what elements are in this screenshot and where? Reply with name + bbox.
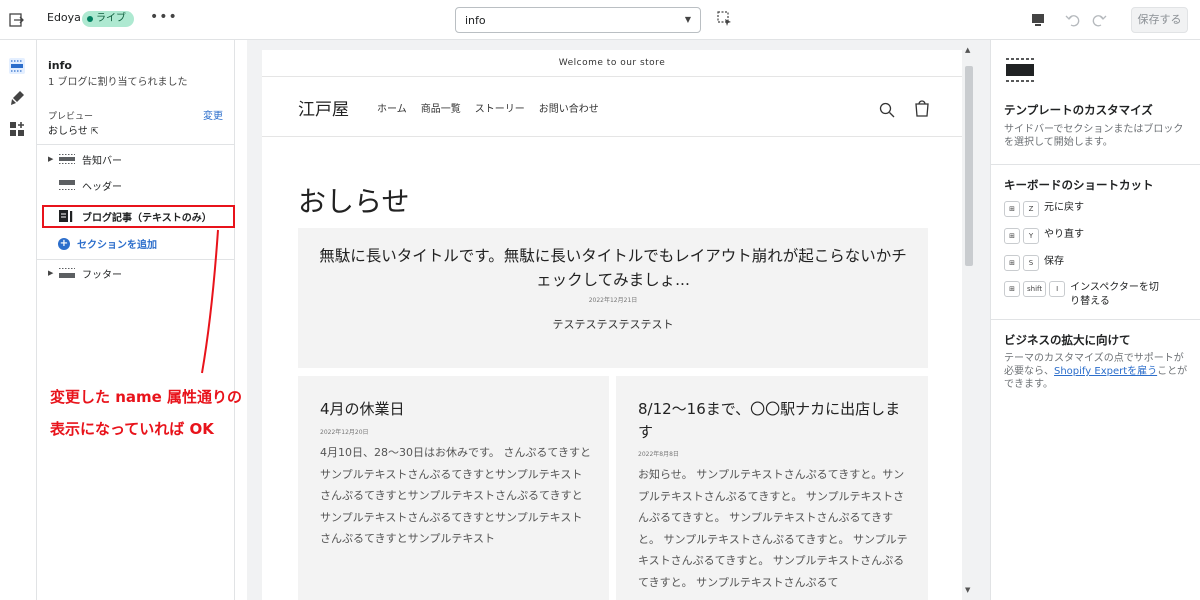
main-nav: ホーム 商品一覧 ストーリー お問い合わせ	[377, 100, 599, 115]
cart-icon[interactable]	[914, 99, 930, 117]
divider	[37, 144, 235, 145]
exit-icon[interactable]	[8, 11, 26, 29]
section-label: 告知バー	[82, 155, 122, 167]
windows-key-icon: ⊞	[1004, 201, 1020, 217]
store-name: Edoya	[47, 11, 81, 24]
shortcut-undo: ⊞ Z 元に戻す	[1004, 201, 1139, 217]
nav-contact[interactable]: お問い合わせ	[539, 100, 599, 115]
template-selector[interactable]: info ▼	[455, 7, 701, 33]
annotation-text-line1: 変更した name 属性通りの	[50, 388, 243, 406]
annotation-arrow	[201, 229, 219, 374]
grow-description: テーマのカスタマイズの点でサポートが必要なら、Shopify Expertを雇う…	[1004, 352, 1189, 391]
store-logo[interactable]: 江戸屋	[298, 95, 349, 120]
template-icon	[1006, 58, 1034, 82]
hire-expert-link[interactable]: Shopify Expertを雇う	[1054, 366, 1157, 377]
scroll-up-icon[interactable]: ▲	[965, 46, 970, 54]
help-panel: テンプレートのカスタマイズ サイドバーでセクションまたはブロックを選択して開始し…	[990, 40, 1200, 600]
shortcut-label: 元に戻す	[1044, 202, 1084, 213]
scroll-down-icon[interactable]: ▼	[965, 586, 970, 594]
section-footer[interactable]: ▶ フッター	[48, 264, 122, 282]
annotation-text-line2: 表示になっていれば OK	[50, 420, 214, 438]
desktop-view-icon[interactable]	[1030, 12, 1046, 28]
shortcut-inspector: ⊞ shift I インスペクターを切り替える	[1004, 281, 1165, 309]
key: Y	[1023, 228, 1039, 244]
article-card[interactable]: 4月の休業日 2022年12月20日 4月10日、28～30日はお休みです。 さ…	[298, 376, 609, 600]
top-bar: Edoya ライブ ••• info ▼ 保存する	[0, 0, 1200, 40]
footer-icon	[59, 268, 75, 278]
save-button[interactable]: 保存する	[1131, 7, 1188, 33]
storefront-preview: Welcome to our store 江戸屋 ホーム 商品一覧 ストーリー …	[262, 50, 962, 600]
section-header[interactable]: ヘッダー	[58, 176, 122, 194]
preview-value: おしらせ ⇱	[48, 122, 99, 137]
windows-key-icon: ⊞	[1004, 281, 1020, 297]
template-title: info	[48, 59, 72, 72]
expand-arrow-icon[interactable]: ▶	[48, 269, 58, 277]
theme-settings-brush-icon[interactable]	[8, 89, 26, 107]
article-excerpt: 4月10日、28～30日はお休みです。 さんぷるてきすとサンプルテキストさんぷる…	[320, 446, 592, 545]
store-header: 江戸屋 ホーム 商品一覧 ストーリー お問い合わせ	[262, 77, 962, 137]
undo-icon[interactable]	[1064, 11, 1082, 29]
customize-description: サイドバーでセクションまたはブロックを選択して開始します。	[1004, 124, 1184, 148]
section-label: フッター	[82, 269, 122, 281]
expand-arrow-icon[interactable]: ▶	[48, 155, 58, 163]
add-section-label: セクションを追加	[77, 240, 157, 251]
change-preview-link[interactable]: 変更	[203, 107, 223, 122]
shortcuts-title: キーボードのショートカット	[1004, 178, 1154, 192]
chevron-down-icon: ▼	[684, 15, 691, 24]
divider	[991, 164, 1200, 165]
left-rail	[0, 40, 37, 600]
article-excerpt: テステステステステスト	[552, 318, 674, 331]
announcement-bar: Welcome to our store	[262, 50, 962, 77]
article-title[interactable]: 8/12～16まで、〇〇駅ナカに出店します	[638, 398, 908, 444]
template-assignment: 1 ブログに割り当てられました	[48, 77, 188, 88]
preview-value-text: おしらせ	[48, 126, 88, 137]
plus-circle-icon: +	[58, 237, 70, 250]
nav-products[interactable]: 商品一覧	[421, 100, 461, 115]
shortcut-label: インスペクターを切り替える	[1070, 282, 1159, 307]
scrollbar-thumb[interactable]	[965, 66, 973, 266]
blog-title: おしらせ	[298, 185, 410, 218]
featured-article-card[interactable]: 無駄に長いタイトルです。無駄に長いタイトルでもレイアウト崩れが起こらないかチェッ…	[298, 228, 928, 368]
inspector-icon[interactable]	[717, 11, 733, 27]
external-link-icon[interactable]: ⇱	[91, 127, 99, 137]
key: shift	[1023, 281, 1047, 297]
more-actions-button[interactable]: •••	[150, 9, 178, 25]
annotation-highlight-box	[42, 205, 235, 228]
grow-title: ビジネスの拡大に向けて	[1004, 333, 1131, 347]
template-selector-value: info	[465, 14, 486, 27]
shortcut-redo: ⊞ Y やり直す	[1004, 228, 1139, 244]
header-icon	[59, 180, 75, 190]
section-label: ヘッダー	[82, 181, 122, 193]
shortcut-label: 保存	[1044, 256, 1064, 267]
add-section-button[interactable]: + セクションを追加	[58, 236, 157, 251]
article-title[interactable]: 4月の休業日	[320, 398, 590, 421]
redo-icon[interactable]	[1090, 11, 1108, 29]
windows-key-icon: ⊞	[1004, 255, 1020, 271]
article-card[interactable]: 8/12～16まで、〇〇駅ナカに出店します 2022年8月8日 お知らせ。 サン…	[616, 376, 928, 600]
key: S	[1023, 255, 1039, 271]
windows-key-icon: ⊞	[1004, 228, 1020, 244]
apps-icon[interactable]	[8, 120, 26, 138]
key: I	[1049, 281, 1066, 297]
preview-label: プレビュー	[48, 112, 94, 122]
nav-story[interactable]: ストーリー	[475, 100, 525, 115]
preview-scrollbar[interactable]: ▲ ▼	[962, 40, 976, 600]
sections-icon[interactable]	[8, 57, 26, 75]
article-date: 2022年8月8日	[638, 451, 679, 458]
preview-canvas: Welcome to our store 江戸屋 ホーム 商品一覧 ストーリー …	[247, 40, 990, 600]
divider	[991, 319, 1200, 320]
search-icon[interactable]	[879, 102, 895, 118]
customize-title: テンプレートのカスタマイズ	[1004, 103, 1153, 117]
article-date: 2022年12月20日	[320, 429, 369, 436]
article-excerpt: お知らせ。 サンプルテキストさんぷるてきすと。サンプルテキストさんぷるてきすと。…	[638, 468, 908, 589]
key: Z	[1023, 201, 1039, 217]
live-status-badge: ライブ	[82, 11, 134, 27]
section-announcement-bar[interactable]: ▶ 告知バー	[48, 150, 122, 168]
article-date: 2022年12月21日	[588, 297, 638, 304]
shortcut-label: やり直す	[1044, 229, 1084, 240]
shortcut-save: ⊞ S 保存	[1004, 255, 1139, 271]
nav-home[interactable]: ホーム	[377, 100, 407, 115]
article-title[interactable]: 無駄に長いタイトルです。無駄に長いタイトルでもレイアウト崩れが起こらないかチェッ…	[318, 244, 908, 292]
announcement-bar-icon	[59, 154, 75, 164]
